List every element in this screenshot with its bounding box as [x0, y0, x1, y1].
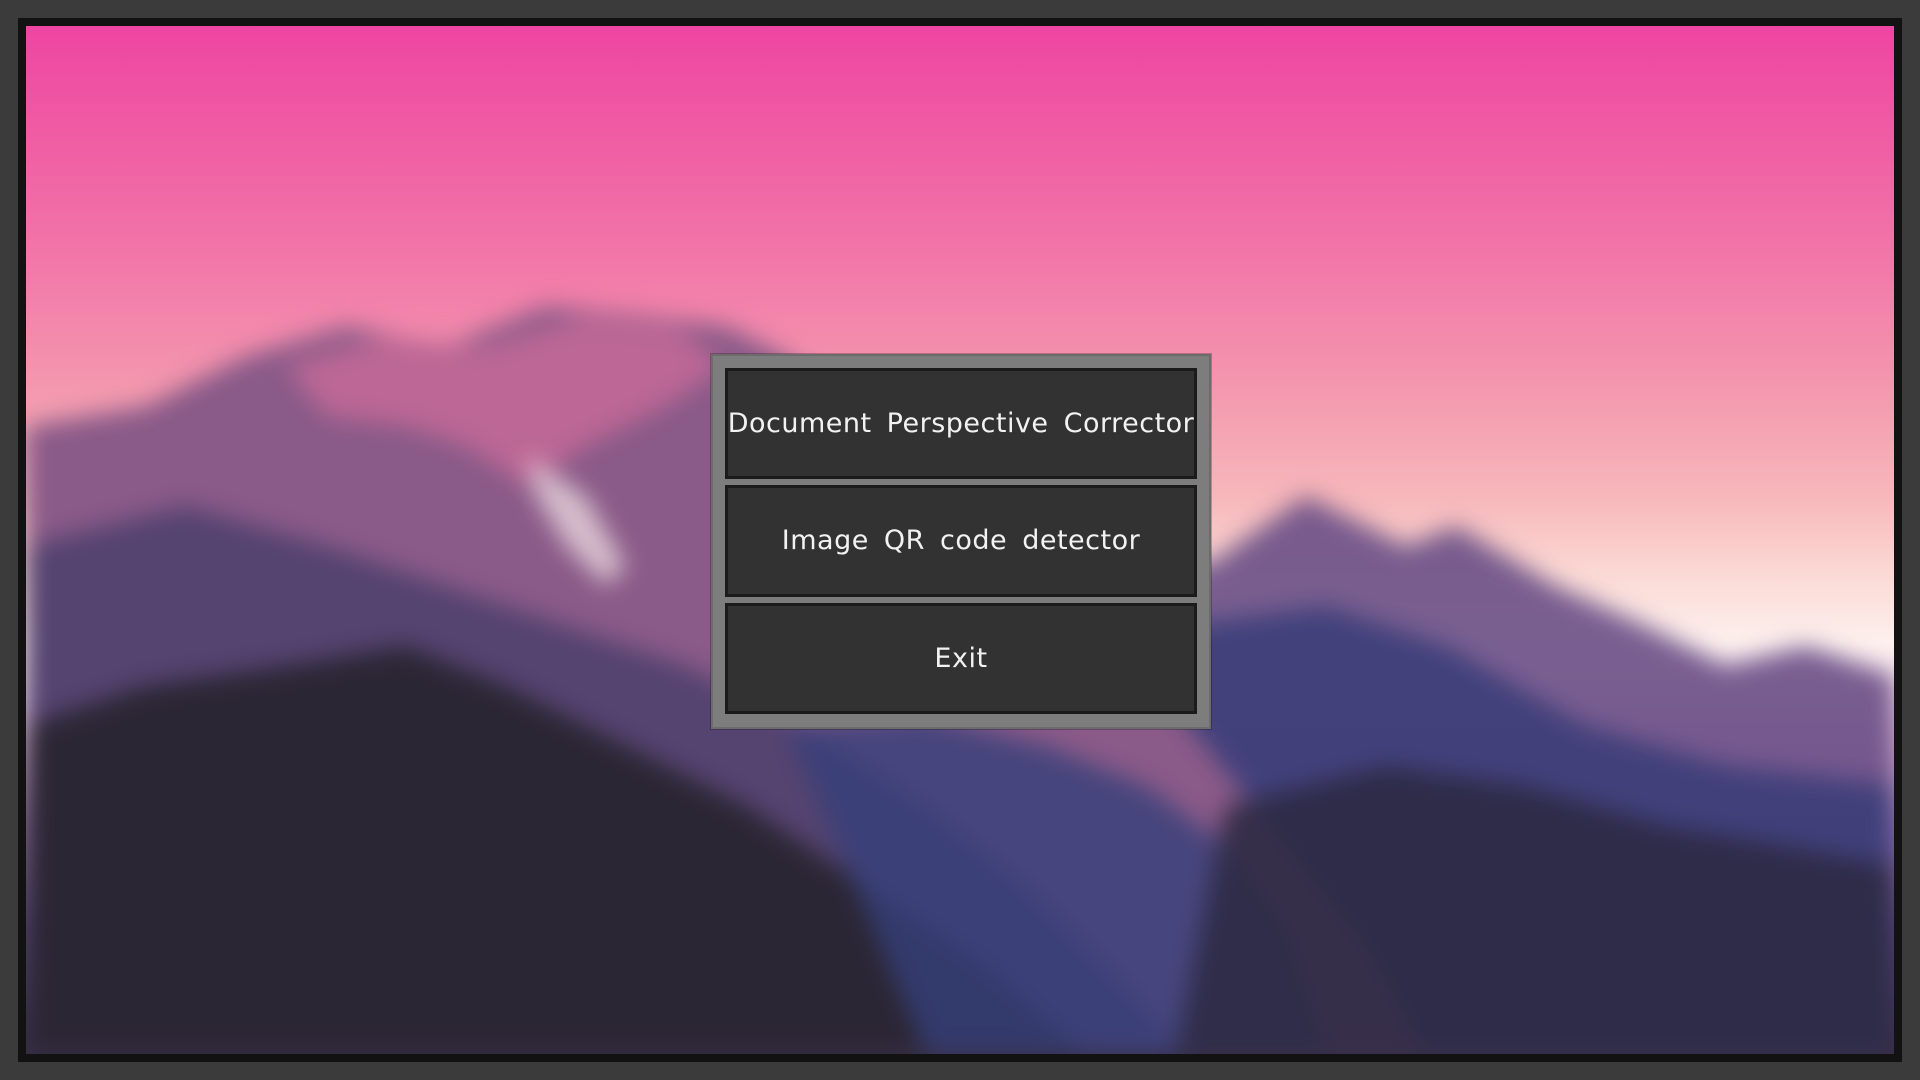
exit-button[interactable]: Exit — [725, 602, 1197, 714]
image-qr-code-detector-button[interactable]: Image QR code detector — [725, 485, 1197, 597]
document-perspective-corrector-button[interactable]: Document Perspective Corrector — [725, 368, 1197, 480]
main-menu-panel: Document Perspective Corrector Image QR … — [711, 354, 1211, 729]
